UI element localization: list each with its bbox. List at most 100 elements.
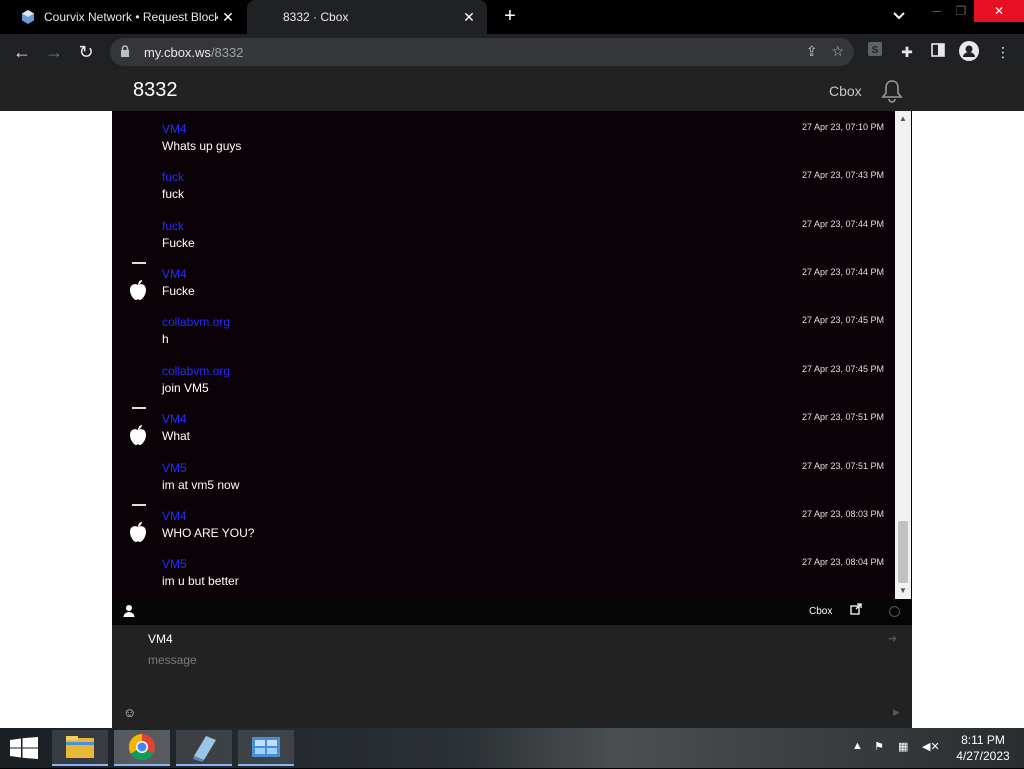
maximize-button[interactable]: ❐ [944,0,978,22]
message-text: Fucke [162,236,195,250]
compose-area: VM4 ➜ ☺ ▶ [112,625,912,728]
taskbar-clock[interactable]: 8:11 PM 4/27/2023 [950,732,1016,764]
svg-text:S: S [872,45,879,56]
tab-cbox[interactable]: 8332 · Cbox ✕ [247,0,487,34]
message-timestamp: 27 Apr 23, 07:45 PM [801,315,884,325]
message-timestamp: 27 Apr 23, 07:44 PM [801,267,884,277]
message-input[interactable] [142,649,882,699]
menu-kebab-icon[interactable]: ⋮ [992,41,1014,63]
taskbar-chrome-icon[interactable] [114,730,170,766]
extensions-puzzle-icon[interactable]: ✚ [896,41,918,63]
message-text: What [162,429,191,443]
windows-start-icon[interactable] [10,737,38,759]
browser-toolbar: ← → ↻ my.cbox.ws/8332 ⇪ ☆ S ✚ ⋮ [0,34,1024,70]
chat-message: collabvm.org join VM5 27 Apr 23, 07:45 PM [112,358,895,406]
share-icon[interactable]: ⇪ [806,43,818,60]
message-author[interactable]: VM4 [162,412,187,426]
tray-volume-muted-icon[interactable]: ◀✕ [922,740,940,753]
avatar-divider [132,262,146,264]
taskbar-file-explorer-icon[interactable] [52,730,108,766]
chat-toolbar: Cbox [112,599,912,625]
message-timestamp: 27 Apr 23, 07:10 PM [801,122,884,132]
chat-message: fuck Fucke 27 Apr 23, 07:44 PM [112,213,895,261]
message-timestamp: 27 Apr 23, 08:03 PM [801,509,884,519]
message-text: im u but better [162,574,239,588]
login-icon[interactable]: ➜ [888,632,897,645]
brand-link[interactable]: Cbox [829,83,862,99]
message-timestamp: 27 Apr 23, 07:45 PM [801,364,884,374]
site-header: 8332 Cbox [0,70,1024,111]
message-timestamp: 27 Apr 23, 07:44 PM [801,219,884,229]
message-author[interactable]: VM4 [162,267,187,281]
message-author[interactable]: fuck [162,170,184,184]
chat-message: VM4 Fucke 27 Apr 23, 07:44 PM [112,261,895,309]
message-author[interactable]: fuck [162,219,184,233]
scroll-thumb[interactable] [898,521,908,583]
message-text: fuck [162,187,185,201]
bookmark-star-icon[interactable]: ☆ [831,43,844,60]
taskbar-notepad-icon[interactable] [176,730,232,766]
chat-message: VM4 Whats up guys 27 Apr 23, 07:10 PM [112,116,895,164]
tray-network-icon[interactable]: ▦ [898,740,908,753]
side-panel-icon[interactable] [927,41,949,63]
page-content: 8332 Cbox ▲ ▼ VM4 Whats up guys 27 Apr 23,… [0,70,1024,728]
message-timestamp: 27 Apr 23, 07:51 PM [801,412,884,422]
message-author[interactable]: VM4 [162,122,187,136]
tab-title: Courvix Network • Request Block [44,10,218,24]
tab-close-icon[interactable]: ✕ [459,9,479,26]
chat-message: VM4 What 27 Apr 23, 07:51 PM [112,406,895,454]
taskbar-control-panel-icon[interactable] [238,730,294,766]
apple-avatar-icon [126,279,150,301]
message-text: h [162,332,169,346]
apple-avatar-icon [126,424,150,446]
window-close-button[interactable]: ✕ [974,0,1024,22]
url-host: my.cbox.ws [144,44,211,60]
forward-arrow-icon[interactable]: → [42,40,66,64]
chat-message: VM4 WHO ARE YOU? 27 Apr 23, 08:03 PM [112,503,895,551]
message-text: im at vm5 now [162,478,240,492]
bell-icon[interactable] [880,79,904,103]
emoji-icon[interactable]: ☺ [123,705,136,720]
message-text: Whats up guys [162,139,242,153]
send-arrow-icon[interactable]: ▶ [893,707,900,718]
message-text: WHO ARE YOU? [162,526,255,540]
tray-chevron-icon[interactable]: ▲ [852,740,863,752]
nickname-field[interactable]: VM4 [148,632,173,646]
extension-s-icon[interactable]: S [864,41,886,63]
avatar-divider [132,407,146,409]
cbox-link[interactable]: Cbox [809,606,832,617]
message-text: Fucke [162,284,195,298]
address-bar[interactable]: my.cbox.ws/8332 ⇪ ☆ [110,38,854,66]
message-author[interactable]: collabvm.org [162,315,230,329]
message-author[interactable]: VM5 [162,461,187,475]
avatar-divider [132,504,146,506]
chat-message: fuck fuck 27 Apr 23, 07:43 PM [112,164,895,212]
tab-courvix[interactable]: Courvix Network • Request Block ✕ [8,0,246,34]
chat-scrollbar[interactable]: ▲ ▼ [895,111,911,599]
new-tab-button[interactable]: + [500,6,520,28]
user-icon[interactable] [122,604,136,618]
back-arrow-icon[interactable]: ← [10,40,34,64]
tab-close-icon[interactable]: ✕ [218,9,238,26]
message-timestamp: 27 Apr 23, 08:04 PM [801,557,884,567]
scroll-up-icon[interactable]: ▲ [895,111,911,127]
courvix-favicon-icon [20,9,36,25]
profile-avatar-icon[interactable] [958,41,980,63]
tray-flag-icon[interactable]: ⚑ [874,740,884,753]
tab-search-chevron-icon[interactable] [890,9,908,25]
message-author[interactable]: VM4 [162,509,187,523]
message-author[interactable]: VM5 [162,557,187,571]
tab-title: 8332 · Cbox [283,10,349,24]
taskbar: ▲ ⚑ ▦ ◀✕ 8:11 PM 4/27/2023 [0,728,1024,768]
message-timestamp: 27 Apr 23, 07:51 PM [801,461,884,471]
clock-date: 4/27/2023 [956,749,1010,763]
scroll-down-icon[interactable]: ▼ [895,583,911,599]
url-path: /8332 [210,44,244,60]
reload-icon[interactable]: ↻ [74,40,98,64]
message-text: join VM5 [162,381,209,395]
message-author[interactable]: collabvm.org [162,364,230,378]
lock-icon [120,44,134,60]
popout-icon[interactable] [850,603,862,618]
page-title: 8332 [133,79,178,101]
tab-strip: Courvix Network • Request Block ✕ 8332 ·… [0,0,1024,34]
